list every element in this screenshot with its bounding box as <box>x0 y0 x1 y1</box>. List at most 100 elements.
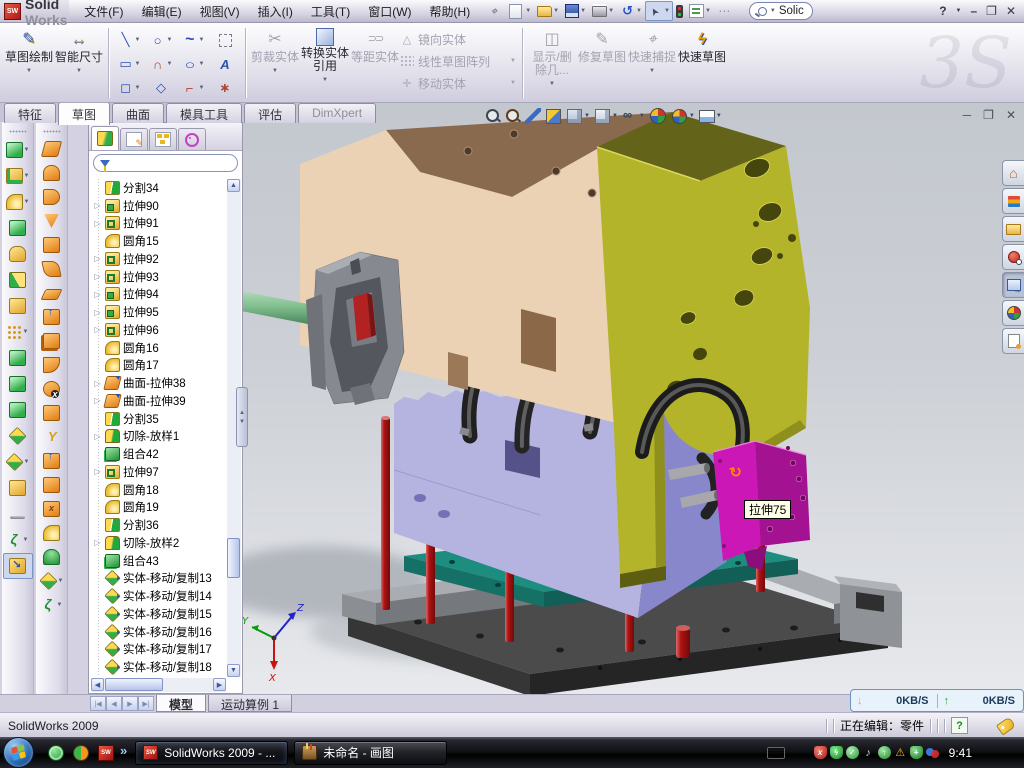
task-button[interactable]: SW SolidWorks 2009 - ... <box>135 741 288 765</box>
next[interactable]: ▶ <box>122 696 138 711</box>
expand-arrow-icon[interactable]: ▷ <box>93 308 102 317</box>
updater[interactable] <box>878 746 891 759</box>
chamfer[interactable]: ▼ <box>3 267 33 293</box>
freeform-surface2[interactable]: ▼ <box>37 593 67 617</box>
tree-item[interactable]: ▷ 拉伸92 <box>91 250 226 268</box>
menu-item[interactable]: 编辑(E) <box>133 1 191 22</box>
help-dropdown-icon[interactable]: ▼ <box>956 8 962 14</box>
search-input[interactable]: ▼ Solic <box>749 2 813 20</box>
expand-arrow-icon[interactable]: ▷ <box>93 379 102 388</box>
rebuild[interactable]: ▼ <box>673 1 686 21</box>
tree-item[interactable]: ▷ 组合43 <box>91 552 226 570</box>
display-style[interactable]: ▼ <box>594 108 618 125</box>
linear-sketch-pattern[interactable]: 线性草图阵列▼ <box>400 52 518 70</box>
search[interactable] <box>1002 244 1024 270</box>
tree-item[interactable]: ▷ 拉伸95 <box>91 303 226 321</box>
home[interactable] <box>1002 160 1024 186</box>
certificate[interactable] <box>846 746 859 759</box>
tree-filter-input[interactable] <box>93 154 238 172</box>
print[interactable]: ▼ <box>589 1 617 21</box>
tree-item[interactable]: ▷ 切除-放样2 <box>91 534 226 552</box>
undo[interactable]: ▼ <box>617 1 645 21</box>
media[interactable] <box>73 745 89 761</box>
arc[interactable]: ▼ <box>145 52 177 76</box>
new[interactable]: ▼ <box>504 1 534 21</box>
panel-splitter[interactable]: ▲▼ <box>236 387 248 447</box>
scroll-up-icon[interactable]: ▲ <box>227 179 240 192</box>
ellipse[interactable]: ▼ <box>177 52 209 76</box>
propertymanager[interactable] <box>120 128 148 150</box>
zoom-fit[interactable]: ▼ <box>485 108 501 124</box>
extruded-boss[interactable]: ▼ <box>3 137 33 163</box>
point[interactable]: ▼ <box>209 76 241 100</box>
measure[interactable]: ▼ <box>3 553 33 579</box>
tree-item[interactable]: ▷ 拉伸97 <box>91 463 226 481</box>
ribbon-tab[interactable]: 评估 <box>244 103 296 123</box>
offset-entities[interactable]: 等距实体▼ <box>350 24 400 102</box>
tree-item[interactable]: ▷ 拉伸91 <box>91 215 226 233</box>
corner-rectangle[interactable]: ▼ <box>113 52 145 76</box>
revolved-boss[interactable]: ▼ <box>3 241 33 267</box>
tree-item[interactable]: ▷ 分割35 <box>91 410 226 428</box>
expand-arrow-icon[interactable]: ▷ <box>93 432 102 441</box>
doc-restore-button[interactable]: ❐ <box>983 108 994 122</box>
tree-item[interactable]: ▷ 圆角17 <box>91 357 226 375</box>
menu-item[interactable]: 工具(T) <box>302 1 359 22</box>
tree-item[interactable]: ▷ 实体-移动/复制16 <box>91 623 226 641</box>
rapid-sketch[interactable]: 快速草图▼ <box>677 24 727 102</box>
expand-arrow-icon[interactable]: ▷ <box>93 396 102 405</box>
move-entities[interactable]: 移动实体▼ <box>400 74 518 92</box>
featuremanager[interactable] <box>91 126 119 150</box>
tree-item[interactable]: ▷ 拉伸93 <box>91 268 226 286</box>
ribbon-tab[interactable]: 草图 <box>58 102 110 125</box>
text[interactable]: ▼ <box>209 52 241 76</box>
graphics-viewport[interactable]: ↻ Y Z X ▼ ▼ <box>243 103 1024 694</box>
task-button[interactable]: 未命名 - 画图 <box>294 741 447 765</box>
doc-minimize-button[interactable]: ─ <box>963 108 972 122</box>
expand-arrow-icon[interactable]: ▷ <box>93 538 102 547</box>
smart-dimension[interactable]: 智能尺寸▼ <box>54 24 104 102</box>
help-button[interactable]: ? <box>939 4 946 18</box>
freeform[interactable]: ▼ <box>3 527 33 553</box>
freeform-surface[interactable]: ▼ <box>37 257 67 281</box>
swept-boss[interactable]: ▼ <box>3 215 33 241</box>
section-view[interactable]: ▼ <box>545 108 562 125</box>
model-tab[interactable]: 运动算例 1 <box>208 695 292 712</box>
appearances[interactable] <box>1002 300 1024 326</box>
insert-part[interactable]: ▼ <box>3 449 33 475</box>
search-dropdown-icon[interactable]: ▼ <box>770 8 776 14</box>
custom-properties[interactable] <box>1002 328 1024 354</box>
tree-item[interactable]: ▷ 拉伸94 <box>91 286 226 304</box>
tree-item[interactable]: ▷ 圆角16 <box>91 339 226 357</box>
tree-item[interactable]: ▷ 组合42 <box>91 445 226 463</box>
messenger[interactable] <box>48 745 64 761</box>
view-orientation[interactable]: ▼ <box>566 108 590 125</box>
intersect[interactable]: ▼ <box>3 371 33 397</box>
tree-item[interactable]: ▷ 实体-移动/复制13 <box>91 570 226 588</box>
tree-item[interactable]: ▷ 圆角15 <box>91 232 226 250</box>
move-copy-body[interactable]: ▼ <box>3 423 33 449</box>
first[interactable]: |◀ <box>90 696 106 711</box>
tree-item[interactable]: ▷ 实体-移动/复制15 <box>91 605 226 623</box>
tree-horizontal-scrollbar[interactable]: ◀ ▶ <box>91 678 226 692</box>
swept-elbow[interactable]: ▼ <box>37 353 67 377</box>
ribbon-tab[interactable]: DimXpert <box>298 103 376 123</box>
wireless-warning[interactable] <box>894 746 907 759</box>
display-delete[interactable]: 显示/删除几...▼ <box>527 24 577 102</box>
sync[interactable] <box>926 746 939 759</box>
expand-arrow-icon[interactable]: ▷ <box>93 325 102 334</box>
overflow[interactable]: ▼ <box>714 1 735 21</box>
tree-item[interactable]: ▷ 实体-移动/复制18 <box>91 658 226 676</box>
view-palette[interactable] <box>1002 272 1024 298</box>
menu-item[interactable]: 帮助(H) <box>421 1 480 22</box>
draft[interactable]: ▼ <box>3 293 33 319</box>
insert-surface[interactable]: ▼ <box>37 569 67 593</box>
network-speed-widget[interactable]: ↓ 0KB/S ↑ 0KB/S <box>850 689 1024 712</box>
trim-entities[interactable]: 剪裁实体▼ <box>250 24 300 102</box>
expand-arrow-icon[interactable]: ▷ <box>93 254 102 263</box>
last[interactable]: ▶| <box>138 696 154 711</box>
extruded-cut[interactable]: ▼ <box>3 163 33 189</box>
model-tab[interactable]: 模型 <box>156 695 206 712</box>
circle[interactable]: ▼ <box>145 28 177 52</box>
reference-geometry[interactable]: ▼ <box>3 501 33 527</box>
